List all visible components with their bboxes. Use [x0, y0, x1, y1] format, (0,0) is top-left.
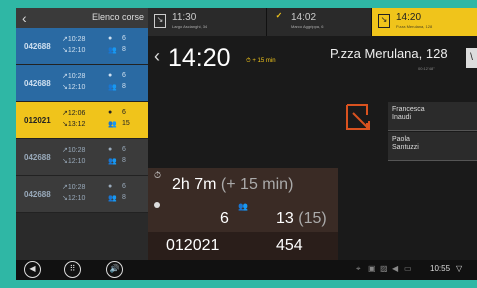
- volume-icon[interactable]: 🔊: [106, 261, 123, 278]
- stops-icon: ●: [108, 72, 113, 79]
- tab-stop-1[interactable]: ↘ 11:30 Largo Ascianghi, 34: [148, 8, 267, 36]
- total-value: 13: [276, 210, 294, 227]
- run-passengers-count: 8: [122, 194, 126, 201]
- tab-place: P.zza Merulana, 128: [396, 24, 433, 29]
- vehicle-row: 012021 454: [148, 232, 338, 260]
- run-stops-count: 6: [122, 35, 126, 42]
- duration-row: ⏱ 2h 7m (+ 15 min): [148, 168, 338, 200]
- run-end: ↘12:10: [62, 47, 86, 54]
- tab-stop-2[interactable]: ✓ 14:02 Marco Aggrippa, 6: [267, 8, 372, 36]
- previous-stop-icon[interactable]: ‹: [154, 46, 160, 67]
- stop-name: P.zza Merulana, 128: [330, 46, 448, 61]
- apps-icon[interactable]: ⠿: [64, 261, 81, 278]
- run-passengers-count: 8: [122, 46, 126, 53]
- run-end: ↘12:10: [62, 158, 86, 165]
- run-start: ↗10:28: [62, 184, 86, 191]
- stop-tabs: ↘ 11:30 Largo Ascianghi, 34 ✓ 14:02 Marc…: [148, 8, 477, 36]
- tab-time: 14:02: [291, 12, 317, 23]
- run-code: 042688: [24, 42, 51, 51]
- run-list-header: ‹ Elenco corse: [16, 8, 148, 28]
- tab-place: Marco Aggrippa, 6: [291, 24, 324, 29]
- run-code: 042688: [24, 79, 51, 88]
- run-list-panel: ‹ Elenco corse 042688 ↗10:28 ↘12:10 ● 👥 6 8 042…: [16, 8, 148, 260]
- run-stops-count: 6: [122, 183, 126, 190]
- passengers-icon: 👥: [108, 47, 117, 54]
- stops-icon: ●: [108, 183, 113, 190]
- run-stops-count: 6: [122, 146, 126, 153]
- location-icon: ⌖: [356, 264, 361, 273]
- passengers-row: 6 👥 13 (15): [148, 200, 338, 232]
- passengers-icon: 👥: [238, 202, 248, 211]
- status-clock: 10:55: [430, 264, 451, 273]
- run-list-item[interactable]: 042688 ↗10:28 ↘12:10 ● 👥 6 8: [16, 28, 148, 65]
- run-end: ↘12:10: [62, 195, 86, 202]
- back-icon[interactable]: ‹: [22, 10, 27, 26]
- duration-value: 2h 7m: [172, 176, 217, 193]
- run-list-item[interactable]: 042688 ↗10:28 ↘12:10 ● 👥 6 8: [16, 65, 148, 102]
- vehicle-code: 012021: [166, 237, 220, 254]
- system-bar: ◀ ⠿ 🔊 ⌖ ▣ ▨ ◀ ▭ 10:55 ▽: [16, 260, 477, 280]
- navigation-icon: ◀: [392, 264, 399, 273]
- screenshot-icon: ▨: [380, 264, 388, 273]
- passengers-icon: 👥: [108, 158, 117, 165]
- onboard-count: 6: [220, 210, 229, 227]
- passengers-icon: 👥: [108, 121, 117, 128]
- run-start: ↗10:28: [62, 147, 86, 154]
- run-passengers-count: 8: [122, 157, 126, 164]
- run-end: ↘13:12: [62, 121, 86, 128]
- passenger-name: Paola Santuzzi: [392, 136, 419, 151]
- onboard-icon: [154, 202, 160, 208]
- wifi-icon: ▽: [456, 264, 463, 273]
- trip-info-panel: ⏱ 2h 7m (+ 15 min) 6 👥 13 (15) 012021 45…: [148, 168, 338, 260]
- stopwatch-icon: ⏱: [154, 170, 162, 180]
- run-start: ↗10:28: [62, 73, 86, 80]
- total-paren: (15): [298, 210, 327, 227]
- run-end: ↘12:10: [62, 84, 86, 91]
- stops-icon: ●: [108, 109, 113, 116]
- vehicle-number: 454: [276, 237, 303, 254]
- total-count: 13 (15): [276, 210, 327, 228]
- run-stops-count: 6: [122, 72, 126, 79]
- duration-plus: (+ 15 min): [220, 176, 294, 193]
- passenger-item[interactable]: Paola Santuzzi: [388, 132, 477, 161]
- dropoff-icon: [346, 104, 370, 130]
- stop-subtext: 00:12'48": [418, 66, 435, 71]
- run-code: 042688: [24, 153, 51, 162]
- passengers-icon: 👥: [108, 84, 117, 91]
- delay-value: + 15 min: [252, 58, 276, 64]
- run-list-item[interactable]: 012021 ↗12:06 ↘13:12 ● 👥 6 15: [16, 102, 148, 139]
- app-screen: ‹ Elenco corse 042688 ↗10:28 ↘12:10 ● 👥 6 8 042…: [16, 8, 477, 280]
- stop-detail: ‹ 14:20 ⏱ + 15 min P.zza Merulana, 128 0…: [148, 36, 477, 260]
- run-passengers-count: 15: [122, 120, 130, 127]
- exit-stop-icon: ↘: [378, 14, 390, 28]
- run-passengers-count: 8: [122, 83, 126, 90]
- passenger-name: Francesca Inaudi: [392, 106, 425, 121]
- exit-stop-icon: ↘: [154, 14, 166, 28]
- tab-place: Largo Ascianghi, 34: [172, 24, 208, 29]
- back-nav-icon[interactable]: ◀: [24, 261, 41, 278]
- next-stop-button[interactable]: \: [466, 48, 477, 68]
- run-list-title: Elenco corse: [91, 12, 144, 22]
- duration: 2h 7m (+ 15 min): [172, 176, 293, 194]
- image-icon: ▣: [368, 264, 376, 273]
- passenger-item[interactable]: Francesca Inaudi: [388, 102, 477, 131]
- run-code: 012021: [24, 116, 51, 125]
- stops-icon: ●: [108, 146, 113, 153]
- stops-icon: ●: [108, 35, 113, 42]
- tab-time: 14:20: [396, 12, 422, 23]
- delay-label: ⏱ + 15 min: [246, 58, 276, 64]
- run-start: ↗12:06: [62, 110, 86, 117]
- tab-time: 11:30: [172, 12, 197, 23]
- passengers-icon: 👥: [108, 195, 117, 202]
- run-stops-count: 6: [122, 109, 126, 116]
- run-list-item[interactable]: 042688 ↗10:28 ↘12:10 ● 👥 6 8: [16, 176, 148, 213]
- run-list-item[interactable]: 042688 ↗10:28 ↘12:10 ● 👥 6 8: [16, 139, 148, 176]
- run-code: 042688: [24, 190, 51, 199]
- tab-stop-3[interactable]: ↘ 14:20 P.zza Merulana, 128: [372, 8, 477, 36]
- sd-card-icon: ▭: [404, 264, 412, 273]
- check-icon: ✓: [275, 11, 283, 20]
- stop-time: 14:20: [168, 44, 231, 72]
- run-start: ↗10:28: [62, 36, 86, 43]
